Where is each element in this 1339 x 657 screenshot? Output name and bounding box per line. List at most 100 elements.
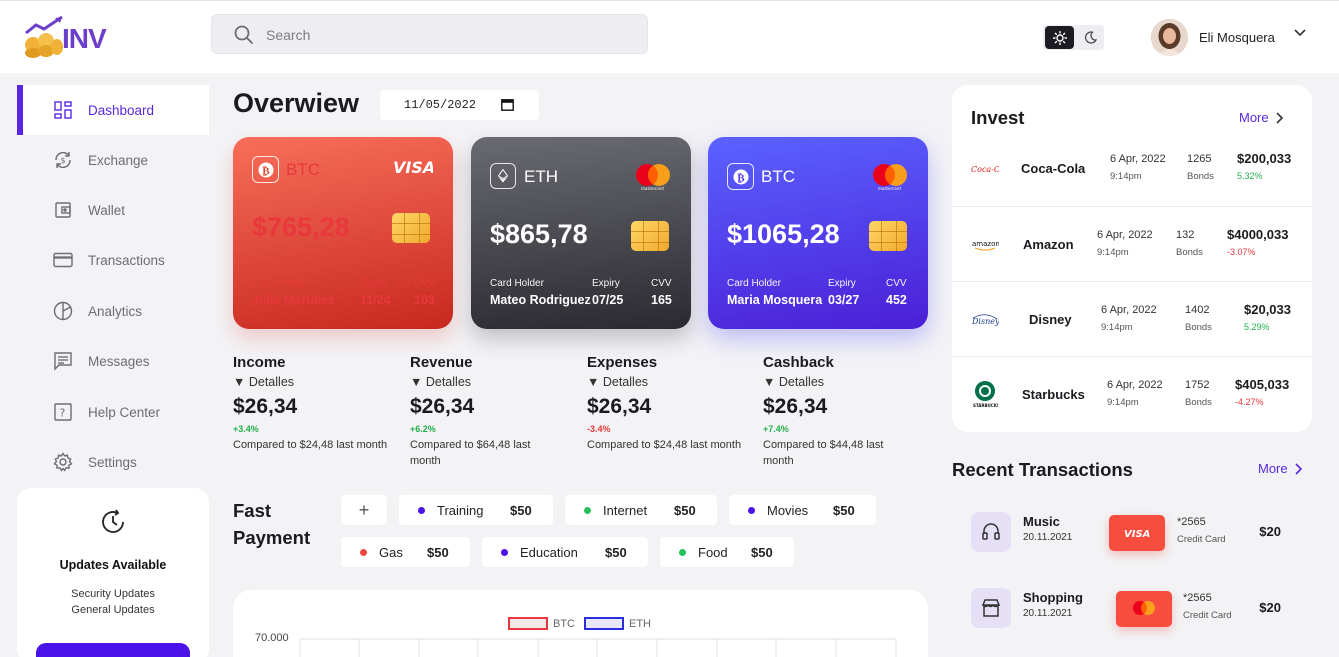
search-bar[interactable] [211,14,648,54]
payment-amount: $50 [510,503,532,518]
bitcoin-icon: ₿ [727,163,754,190]
card-expiry: 07/25 [592,293,624,307]
store-icon [971,588,1011,628]
update-clock-icon [99,508,127,541]
sidebar-item-messages[interactable]: Messages [17,336,209,386]
invest-row-amazon[interactable]: amazon Amazon 6 Apr, 2022 9:14pm 132 Bon… [952,206,1312,281]
card-btc-mastercard[interactable]: ₿ BTC mastercard $1065,28 Card Holder Ex… [708,137,928,329]
top-header: INV Search Eli Mosquera [0,0,1339,73]
add-payment-button[interactable]: + [341,495,387,525]
help-icon: ? [53,402,73,422]
invest-count: 1265 [1187,153,1212,165]
card-expiry-label: Expiry [360,278,388,289]
exchange-icon: $ [53,150,73,170]
logo-text: INV [62,23,107,54]
legend-eth-label: ETH [629,618,651,630]
card-holder-label: Card Holder [252,278,306,289]
stat-details-toggle[interactable]: ▼ Detalles [410,375,560,389]
invest-row-coca-cola[interactable]: Coca-Cola Coca-Cola 6 Apr, 2022 9:14pm 1… [952,131,1312,206]
update-button[interactable] [36,643,190,657]
card-type: Credit Card [1183,610,1232,621]
invest-amount: $405,033 [1235,377,1290,392]
fast-payment-education[interactable]: Education $50 [482,537,648,567]
stat-compare: Compared to $44,48 last month [763,439,884,467]
disney-logo-icon: Disney [970,310,1000,330]
invest-row-disney[interactable]: Disney Disney 6 Apr, 2022 9:14pm 1402 Bo… [952,281,1312,356]
sidebar-item-help-center[interactable]: ? Help Center [17,387,209,437]
caret-down-icon: ▼ [763,375,779,389]
moon-icon [1084,31,1097,44]
sidebar-item-wallet[interactable]: Wallet [17,185,209,235]
stat-details-toggle[interactable]: ▼ Detalles [763,375,913,389]
search-input[interactable] [266,23,636,47]
card-eth-mastercard[interactable]: ETH mastercard $865,78 Card Holder Expir… [471,137,691,329]
payment-label: Gas [379,545,403,560]
fast-payment-movies[interactable]: Movies $50 [729,495,876,525]
svg-text:VISA: VISA [1124,529,1150,539]
dark-mode-button[interactable] [1079,27,1101,48]
card-expiry-label: Expiry [592,278,620,289]
transaction-name: Shopping [1023,590,1083,605]
sidebar-item-transactions[interactable]: Transactions [17,235,209,285]
card-cvv-label: CVV [414,278,435,289]
payment-label: Internet [603,503,648,518]
stat-details-toggle[interactable]: ▼ Detalles [587,375,757,389]
chevron-down-icon [1294,29,1306,37]
dashboard-icon [53,100,73,120]
message-icon [53,351,73,371]
visa-logo-icon: VISA [393,158,435,180]
fast-payment-gas[interactable]: Gas $50 [341,537,470,567]
stat-change: +7.4% [763,424,789,434]
date-picker[interactable]: 11/05/2022 [380,90,539,120]
updates-line: General Updates [71,604,155,616]
svg-text:mastercard: mastercard [878,186,901,191]
stat-income: Income ▼ Detalles $26,34 +3.4% Compared … [233,354,403,453]
invest-amount: $200,033 [1237,151,1292,166]
invest-more-link[interactable]: More [1239,110,1285,125]
card-holder-label: Card Holder [727,278,781,289]
user-name[interactable]: Eli Mosquera [1199,30,1275,45]
ethereum-icon [490,163,516,189]
legend-eth-swatch [584,617,624,630]
sidebar-item-label: Transactions [88,252,165,268]
sidebar-item-label: Wallet [88,202,126,218]
stat-value: $26,34 [233,395,298,418]
fast-payment-internet[interactable]: Internet $50 [565,495,717,525]
invest-name: Amazon [1023,237,1074,252]
amazon-logo-icon: amazon [970,235,1000,255]
sidebar-item-settings[interactable]: Settings [17,437,209,487]
recent-more-link[interactable]: More [1258,461,1304,476]
caret-down-icon: ▼ [410,375,426,389]
updates-title: Updates Available [59,558,167,572]
sidebar-item-dashboard[interactable]: Dashboard [17,85,209,135]
invest-date: 6 Apr, 2022 [1097,229,1153,241]
transaction-row-music[interactable]: Music 20.11.2021 VISA *2565 Credit Card … [952,502,1312,562]
card-chip-icon [392,213,430,243]
user-menu-chevron[interactable] [1292,25,1308,46]
sidebar-item-analytics[interactable]: Analytics [17,286,209,336]
card-expiry-label: Expiry [828,278,856,289]
calendar-icon[interactable] [501,98,514,115]
payment-label: Training [437,503,484,518]
fast-payment-food[interactable]: Food $50 [660,537,794,567]
invest-change: 5.32% [1237,171,1263,181]
card-number: *2565 [1177,516,1206,528]
transaction-row-shopping[interactable]: Shopping 20.11.2021 *2565 Credit Card $2… [952,578,1312,638]
page-title: Overwiew [233,88,360,118]
invest-title: Invest [971,107,1025,128]
card-expiry: 11/24 [360,293,391,307]
stat-compare: Compared to $64,48 last month [410,439,531,467]
transaction-amount: $20 [1259,600,1281,615]
invest-row-starbucks[interactable]: STARBUCKS Starbucks 6 Apr, 2022 9:14pm 1… [952,356,1312,431]
theme-toggle[interactable] [1043,25,1104,50]
bitcoin-icon: ₿ [252,156,279,183]
invest-amount: $20,033 [1244,302,1291,317]
stat-details-toggle[interactable]: ▼ Detalles [233,375,403,389]
card-amount: $865,78 [490,219,588,249]
avatar[interactable] [1151,19,1188,56]
light-mode-button[interactable] [1045,26,1074,49]
sidebar-item-exchange[interactable]: $ Exchange [17,135,209,185]
card-btc-visa[interactable]: ₿ BTC VISA $765,28 Card Holder Expiry CV… [233,137,453,329]
fast-payment-training[interactable]: Training $50 [399,495,553,525]
fast-payment-title: Fast Payment [233,497,310,551]
